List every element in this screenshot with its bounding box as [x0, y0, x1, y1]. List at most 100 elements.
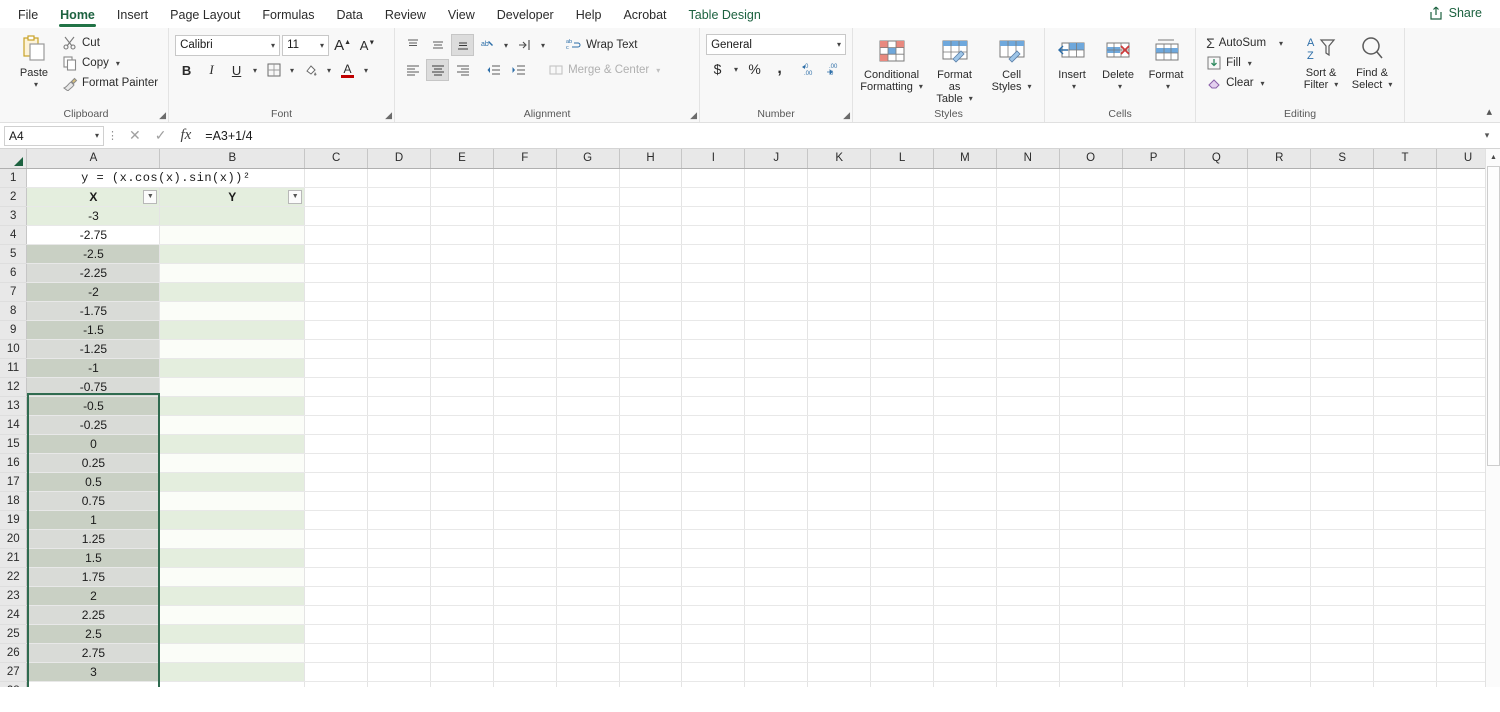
ribbon-tab-review[interactable]: Review: [375, 4, 436, 25]
row-header-7[interactable]: 7: [0, 282, 28, 302]
percent-format-button[interactable]: %: [743, 58, 766, 80]
cell-D23[interactable]: [367, 586, 431, 606]
cell-N14[interactable]: [996, 415, 1060, 435]
cell-O16[interactable]: [1059, 453, 1123, 473]
cell-T18[interactable]: [1373, 491, 1437, 511]
cell-G19[interactable]: [556, 510, 620, 530]
cell-B3[interactable]: [159, 206, 306, 226]
cell-G17[interactable]: [556, 472, 620, 492]
cell-P18[interactable]: [1122, 491, 1186, 511]
cell-H6[interactable]: [619, 263, 683, 283]
cell-Q18[interactable]: [1184, 491, 1249, 511]
cell-D9[interactable]: [367, 320, 431, 340]
select-all-corner[interactable]: [0, 149, 28, 169]
cell-K19[interactable]: [807, 510, 872, 530]
cell-L7[interactable]: [870, 282, 934, 302]
cell-R20[interactable]: [1247, 529, 1312, 549]
cell-Q8[interactable]: [1184, 301, 1249, 321]
cell-R16[interactable]: [1247, 453, 1312, 473]
cell-H20[interactable]: [619, 529, 683, 549]
cell-D6[interactable]: [367, 263, 431, 283]
cell-S26[interactable]: [1310, 643, 1375, 663]
cell-K2[interactable]: [807, 187, 872, 207]
cell-E4[interactable]: [430, 225, 494, 245]
cell-O23[interactable]: [1059, 586, 1123, 606]
cell-F5[interactable]: [493, 244, 557, 264]
cell-O26[interactable]: [1059, 643, 1123, 663]
cell-E13[interactable]: [430, 396, 494, 416]
cell-L19[interactable]: [870, 510, 934, 530]
cell-O19[interactable]: [1059, 510, 1123, 530]
cell-J12[interactable]: [744, 377, 809, 397]
ribbon-tab-file[interactable]: File: [8, 4, 48, 25]
cell-A26[interactable]: 2.75: [26, 643, 161, 663]
cell-A13[interactable]: -0.5: [26, 396, 161, 416]
cell-B13[interactable]: [159, 396, 306, 416]
cell-I3[interactable]: [681, 206, 746, 226]
cell-D4[interactable]: [367, 225, 431, 245]
row-header-12[interactable]: 12: [0, 377, 28, 397]
format-as-table-button[interactable]: Format as Table ▾: [926, 33, 984, 107]
column-header-O[interactable]: O: [1059, 149, 1123, 169]
cell-P11[interactable]: [1122, 358, 1186, 378]
cell-N12[interactable]: [996, 377, 1060, 397]
cell-P4[interactable]: [1122, 225, 1186, 245]
cell-P3[interactable]: [1122, 206, 1186, 226]
cell-N4[interactable]: [996, 225, 1060, 245]
cell-I14[interactable]: [681, 415, 746, 435]
cell-C25[interactable]: [304, 624, 369, 644]
cell-O17[interactable]: [1059, 472, 1123, 492]
cell-S24[interactable]: [1310, 605, 1375, 625]
cell-I20[interactable]: [681, 529, 746, 549]
cell-G7[interactable]: [556, 282, 620, 302]
row-header-14[interactable]: 14: [0, 415, 28, 435]
cell-T17[interactable]: [1373, 472, 1437, 492]
cell-H8[interactable]: [619, 301, 683, 321]
cell-G14[interactable]: [556, 415, 620, 435]
format-painter-button[interactable]: Format Painter: [58, 73, 162, 93]
cell-Q25[interactable]: [1184, 624, 1249, 644]
cell-N15[interactable]: [996, 434, 1060, 454]
cell-I4[interactable]: [681, 225, 746, 245]
formula-input[interactable]: =A3+1/4: [199, 126, 1478, 146]
cell-N7[interactable]: [996, 282, 1060, 302]
cell-B7[interactable]: [159, 282, 306, 302]
cell-L26[interactable]: [870, 643, 934, 663]
cell-J19[interactable]: [744, 510, 809, 530]
cell-Q3[interactable]: [1184, 206, 1249, 226]
cell-L25[interactable]: [870, 624, 934, 644]
underline-button[interactable]: U: [225, 59, 248, 81]
cell-F14[interactable]: [493, 415, 557, 435]
cell-O4[interactable]: [1059, 225, 1123, 245]
cell-T22[interactable]: [1373, 567, 1437, 587]
merge-chevron-down-icon[interactable]: ▾: [653, 66, 663, 75]
cell-C10[interactable]: [304, 339, 369, 359]
cell-R12[interactable]: [1247, 377, 1312, 397]
cell-A6[interactable]: -2.25: [26, 263, 161, 283]
cell-A14[interactable]: -0.25: [26, 415, 161, 435]
column-header-T[interactable]: T: [1373, 149, 1437, 169]
cell-M14[interactable]: [933, 415, 997, 435]
cell-J3[interactable]: [744, 206, 809, 226]
cell-J18[interactable]: [744, 491, 809, 511]
cell-J15[interactable]: [744, 434, 809, 454]
cell-G25[interactable]: [556, 624, 620, 644]
cell-R18[interactable]: [1247, 491, 1312, 511]
cell-J20[interactable]: [744, 529, 809, 549]
cell-K7[interactable]: [807, 282, 872, 302]
cell-L21[interactable]: [870, 548, 934, 568]
cell-H11[interactable]: [619, 358, 683, 378]
column-header-Q[interactable]: Q: [1184, 149, 1249, 169]
cell-H4[interactable]: [619, 225, 683, 245]
cell-G27[interactable]: [556, 662, 620, 682]
cell-B16[interactable]: [159, 453, 306, 473]
cell-Q26[interactable]: [1184, 643, 1249, 663]
column-header-I[interactable]: I: [681, 149, 746, 169]
cell-C21[interactable]: [304, 548, 369, 568]
cut-button[interactable]: Cut: [58, 33, 162, 53]
cell-A25[interactable]: 2.5: [26, 624, 161, 644]
cell-M2[interactable]: [933, 187, 997, 207]
cell-A15[interactable]: 0: [26, 434, 161, 454]
cell-D12[interactable]: [367, 377, 431, 397]
cell-K10[interactable]: [807, 339, 872, 359]
